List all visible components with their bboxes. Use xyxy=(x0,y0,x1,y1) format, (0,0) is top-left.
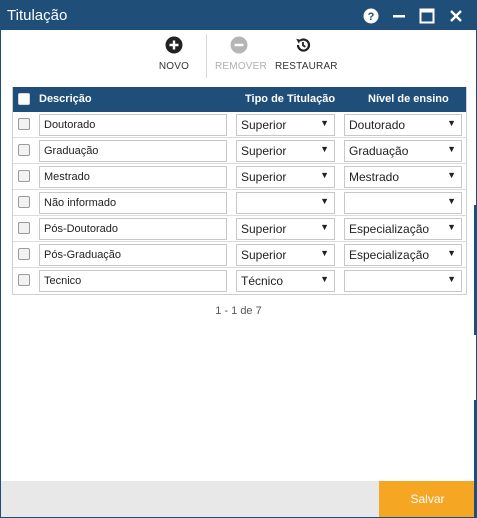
dropdown-arrow-icon: ▼ xyxy=(320,170,329,180)
pager-info: 1 - 1 de 7 xyxy=(215,305,262,317)
tipo-select[interactable]: Superior ▼ xyxy=(236,114,335,136)
tipo-select[interactable]: ▼ xyxy=(236,192,335,214)
restaurar-button[interactable]: RESTAURAR xyxy=(275,35,338,75)
tipo-select[interactable]: Superior ▼ xyxy=(236,218,335,240)
table-row: Doutorado Superior ▼ Doutorado ▼ xyxy=(13,112,466,138)
plus-circle-icon xyxy=(157,35,191,55)
row-checkbox[interactable] xyxy=(18,274,30,286)
dropdown-arrow-icon: ▼ xyxy=(320,222,329,232)
descricao-field[interactable]: Tecnico xyxy=(39,270,227,292)
table-row: Não informado ▼ ▼ xyxy=(13,190,466,216)
row-checkbox[interactable] xyxy=(18,170,30,182)
titulacao-window: Titulação ? NOVO REMOVER RESTAURAR Descr… xyxy=(0,0,477,518)
minimize-icon[interactable] xyxy=(389,6,409,26)
descricao-field[interactable]: Mestrado xyxy=(39,166,227,188)
tipo-value: Superior xyxy=(241,118,287,132)
dropdown-arrow-icon: ▼ xyxy=(447,222,456,232)
nivel-select[interactable]: Especialização ▼ xyxy=(344,244,462,266)
tipo-value: Técnico xyxy=(241,274,284,288)
descricao-field[interactable]: Doutorado xyxy=(39,114,227,136)
header-nivel-ensino: Nível de ensino xyxy=(368,93,449,105)
dropdown-arrow-icon: ▼ xyxy=(447,248,456,258)
novo-button[interactable]: NOVO xyxy=(157,35,191,75)
nivel-select[interactable]: ▼ xyxy=(344,192,462,214)
dropdown-arrow-icon: ▼ xyxy=(320,118,329,128)
restaurar-label: RESTAURAR xyxy=(275,61,338,72)
row-checkbox[interactable] xyxy=(18,196,30,208)
close-icon[interactable] xyxy=(446,6,466,26)
row-checkbox[interactable] xyxy=(18,144,30,156)
dropdown-arrow-icon: ▼ xyxy=(447,144,456,154)
footer-bar: Salvar xyxy=(1,481,476,517)
save-button[interactable]: Salvar xyxy=(379,481,476,517)
nivel-value: Doutorado xyxy=(349,118,406,132)
nivel-select[interactable]: Doutorado ▼ xyxy=(344,114,462,136)
dropdown-arrow-icon: ▼ xyxy=(447,170,456,180)
tipo-select[interactable]: Superior ▼ xyxy=(236,244,335,266)
nivel-value: Mestrado xyxy=(349,170,400,184)
select-all-checkbox[interactable] xyxy=(18,93,30,105)
dropdown-arrow-icon: ▼ xyxy=(320,274,329,284)
header-tipo-titulacao: Tipo de Titulação xyxy=(245,93,336,105)
descricao-field[interactable]: Graduação xyxy=(39,140,227,162)
tipo-value: Superior xyxy=(241,222,287,236)
nivel-value: Especialização xyxy=(349,248,430,262)
tipo-value: Superior xyxy=(241,144,287,158)
descricao-field[interactable]: Não informado xyxy=(39,192,227,214)
svg-text:?: ? xyxy=(368,11,375,23)
nivel-value: Especialização xyxy=(349,222,430,236)
title-bar: Titulação ? xyxy=(1,1,476,30)
dropdown-arrow-icon: ▼ xyxy=(320,248,329,258)
novo-label: NOVO xyxy=(158,61,190,72)
row-checkbox[interactable] xyxy=(18,248,30,260)
tipo-value: Superior xyxy=(241,248,287,262)
dropdown-arrow-icon: ▼ xyxy=(320,144,329,154)
nivel-select[interactable]: Especialização ▼ xyxy=(344,218,462,240)
row-checkbox[interactable] xyxy=(18,222,30,234)
help-icon[interactable]: ? xyxy=(361,6,381,26)
tipo-select[interactable]: Técnico ▼ xyxy=(236,270,335,292)
dropdown-arrow-icon: ▼ xyxy=(447,196,456,206)
header-descricao: Descrição xyxy=(39,93,92,105)
grid-header: Descrição Tipo de Titulação Nível de ens… xyxy=(13,87,466,112)
tipo-select[interactable]: Superior ▼ xyxy=(236,140,335,162)
descricao-field[interactable]: Pós-Doutorado xyxy=(39,218,227,240)
window-title: Titulação xyxy=(7,7,68,24)
descricao-field[interactable]: Pós-Graduação xyxy=(39,244,227,266)
toolbar: NOVO REMOVER RESTAURAR xyxy=(1,31,476,79)
minus-circle-icon xyxy=(215,35,263,55)
table-row: Tecnico Técnico ▼ ▼ xyxy=(13,268,466,294)
maximize-icon[interactable] xyxy=(417,6,437,26)
nivel-value: Graduação xyxy=(349,144,409,158)
restore-icon xyxy=(275,35,331,55)
toolbar-divider xyxy=(206,34,207,78)
remover-label: REMOVER xyxy=(215,61,267,72)
remover-button[interactable]: REMOVER xyxy=(215,35,267,75)
nivel-select[interactable]: ▼ xyxy=(344,270,462,292)
table-row: Pós-Graduação Superior ▼ Especialização ▼ xyxy=(13,242,466,268)
tipo-value: Superior xyxy=(241,170,287,184)
table-row: Pós-Doutorado Superior ▼ Especialização ▼ xyxy=(13,216,466,242)
table-row: Mestrado Superior ▼ Mestrado ▼ xyxy=(13,164,466,190)
dropdown-arrow-icon: ▼ xyxy=(447,118,456,128)
dropdown-arrow-icon: ▼ xyxy=(447,274,456,284)
nivel-select[interactable]: Mestrado ▼ xyxy=(344,166,462,188)
tipo-select[interactable]: Superior ▼ xyxy=(236,166,335,188)
table-row: Graduação Superior ▼ Graduação ▼ xyxy=(13,138,466,164)
dropdown-arrow-icon: ▼ xyxy=(320,196,329,206)
row-checkbox[interactable] xyxy=(18,118,30,130)
titulacao-grid: Descrição Tipo de Titulação Nível de ens… xyxy=(12,87,467,295)
nivel-select[interactable]: Graduação ▼ xyxy=(344,140,462,162)
